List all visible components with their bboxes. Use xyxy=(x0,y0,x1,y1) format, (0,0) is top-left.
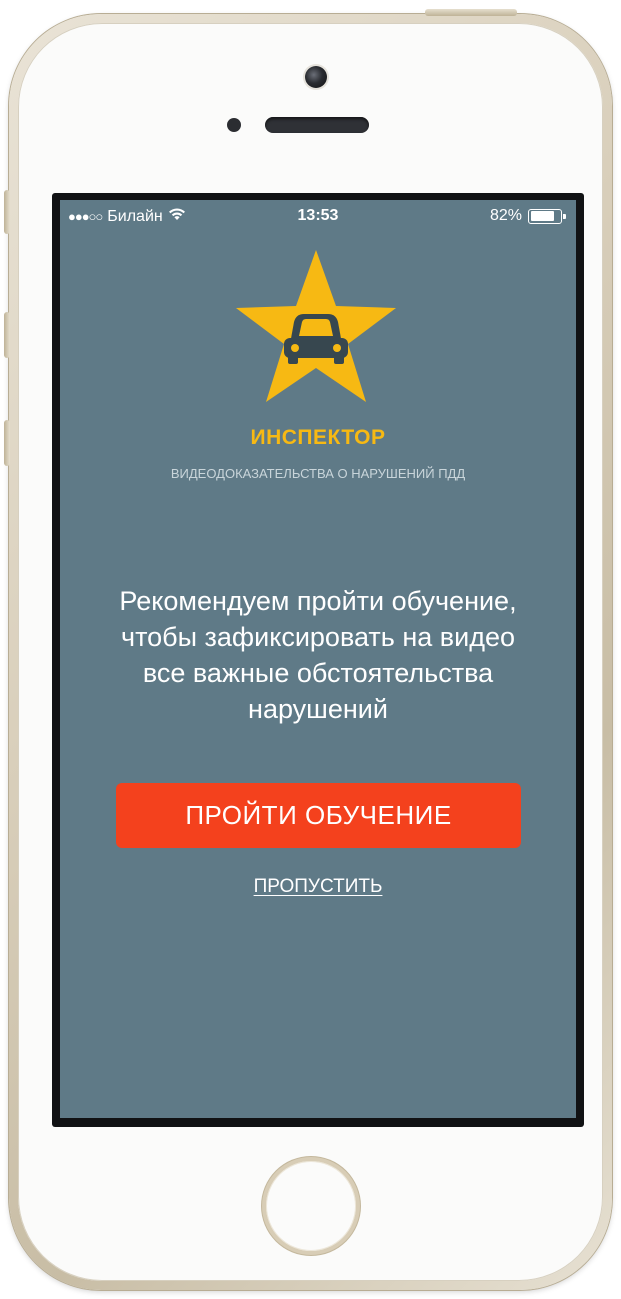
app-subtitle: ВИДЕОДОКАЗАТЕЛЬСТВА О НАРУШЕНИЙ ПДД xyxy=(170,466,466,481)
status-bar: ●●●○○ Билайн 13:53 82% xyxy=(60,200,576,232)
message-line: все важные обстоятельства xyxy=(142,658,494,688)
battery-icon xyxy=(528,208,566,224)
home-button[interactable] xyxy=(262,1157,360,1255)
message-line: нарушений xyxy=(248,694,388,724)
battery-level xyxy=(530,211,555,221)
app-screen: ●●●○○ Билайн 13:53 82% ИНСПЕКТОР ВИДЕОДО… xyxy=(60,200,576,1118)
mute-switch xyxy=(4,190,10,234)
power-button xyxy=(425,9,517,16)
skip-link[interactable]: ПРОПУСТИТЬ xyxy=(60,876,576,898)
screen-bezel: ●●●○○ Билайн 13:53 82% ИНСПЕКТОР ВИДЕОДО… xyxy=(52,193,584,1127)
message-line: Рекомендуем пройти обучение, xyxy=(119,586,517,616)
volume-down-button xyxy=(4,420,10,466)
app-title: ИНСПЕКТОР xyxy=(250,426,386,449)
front-camera xyxy=(305,66,327,88)
star-car-icon xyxy=(236,250,396,402)
proximity-sensor xyxy=(227,118,241,132)
volume-up-button xyxy=(4,312,10,358)
message-line: чтобы зафиксировать на видео xyxy=(121,622,515,652)
status-right: 82% xyxy=(489,207,566,225)
onboarding-message: Рекомендуем пройти обучение, чтобы зафик… xyxy=(76,583,560,727)
battery-percent: 82% xyxy=(489,207,522,224)
earpiece-speaker xyxy=(265,117,369,133)
start-training-button[interactable]: ПРОЙТИ ОБУЧЕНИЕ xyxy=(116,783,521,848)
